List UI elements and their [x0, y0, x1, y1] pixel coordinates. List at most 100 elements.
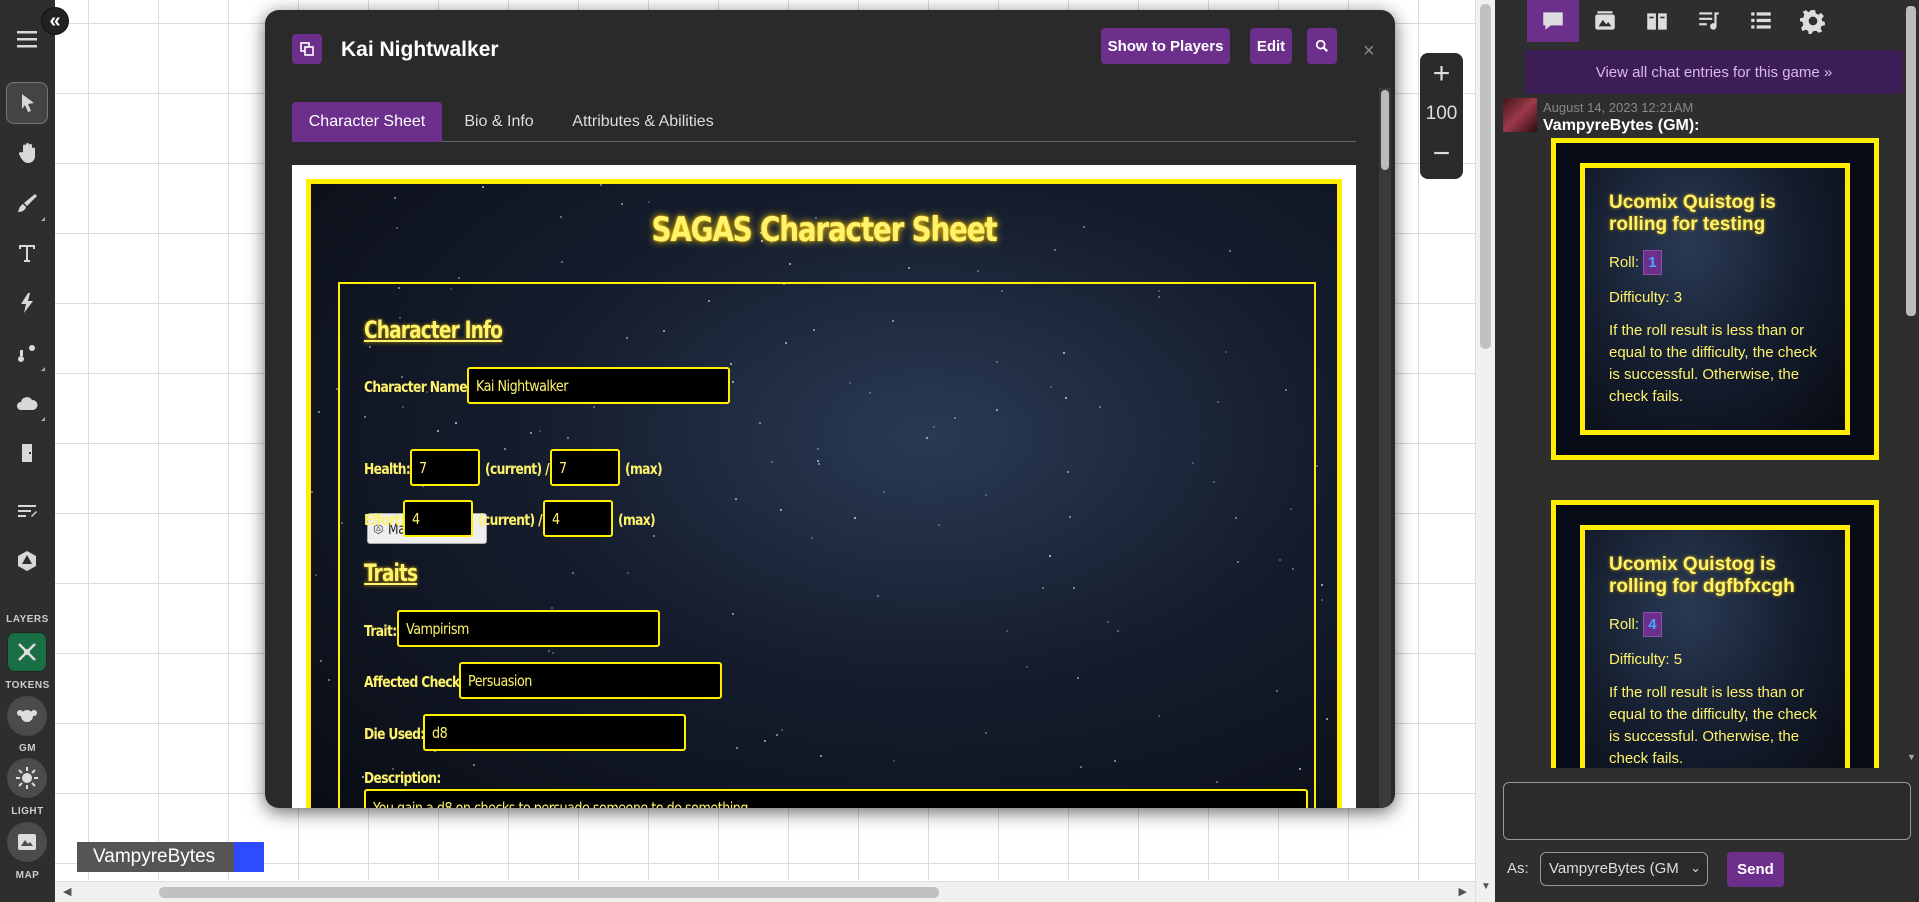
- zoom-level[interactable]: 100: [1420, 103, 1463, 125]
- edit-button[interactable]: Edit: [1250, 28, 1292, 64]
- speak-as-select[interactable]: VampyreBytes (GM ⌄: [1540, 852, 1708, 886]
- search-button[interactable]: [1307, 28, 1337, 64]
- star-decoration: [789, 262, 792, 265]
- gm-label: GM: [18, 743, 37, 754]
- tokens-layer-button[interactable]: [7, 632, 47, 672]
- character-name-label: Character Name:: [364, 378, 472, 396]
- trait-field[interactable]: Vampirism: [397, 610, 660, 647]
- dialog-scrollbar[interactable]: [1379, 88, 1391, 808]
- pan-hand-icon[interactable]: [6, 132, 48, 174]
- roll-label: Roll:: [1609, 616, 1640, 633]
- dialog-scroll-thumb[interactable]: [1381, 90, 1389, 170]
- effort-max-field[interactable]: 4: [543, 500, 613, 537]
- roll-line: Roll: 1: [1609, 250, 1821, 275]
- chat-scroll-thumb[interactable]: [1906, 6, 1916, 316]
- sheet-title: SAGAS Character Sheet: [651, 210, 997, 250]
- horizontal-scrollbar[interactable]: ◀ ▶: [55, 881, 1475, 902]
- chat-scrollbar[interactable]: ▼: [1903, 0, 1919, 770]
- traits-heading: Traits: [364, 559, 418, 587]
- roll-title: Ucomix Quistog is rolling for testing: [1609, 192, 1776, 235]
- player-color-swatch[interactable]: [234, 842, 264, 872]
- star-decoration: [600, 184, 603, 187]
- gm-layer-button[interactable]: [7, 696, 47, 736]
- vertical-scrollbar[interactable]: ▼: [1475, 0, 1495, 902]
- measure-icon[interactable]: [6, 332, 48, 374]
- jukebox-tab[interactable]: [1683, 0, 1735, 42]
- chat-scroll-down-icon[interactable]: ▼: [1907, 752, 1916, 762]
- journal-tab[interactable]: [1631, 0, 1683, 42]
- tab-bio-info[interactable]: Bio & Info: [442, 102, 556, 142]
- chat-tab[interactable]: [1527, 0, 1579, 42]
- star-decoration: [394, 197, 397, 200]
- roll-label: Roll:: [1609, 254, 1640, 271]
- scroll-down-arrow-icon[interactable]: ▼: [1481, 881, 1491, 892]
- scroll-right-arrow-icon[interactable]: ▶: [1459, 885, 1467, 898]
- star-decoration: [328, 679, 331, 682]
- left-toolbar: LAYERS TOKENS GM LIGHT MAP: [0, 0, 55, 902]
- horizontal-scroll-thumb[interactable]: [159, 887, 939, 898]
- description-label: Description:: [364, 769, 441, 787]
- settings-tab[interactable]: [1787, 0, 1839, 42]
- draw-brush-icon[interactable]: [6, 182, 48, 224]
- chat-log: August 14, 2023 12:21AM VampyreBytes (GM…: [1495, 94, 1903, 768]
- door-icon[interactable]: [6, 432, 48, 474]
- star-decoration: [319, 660, 322, 663]
- avatar: [1503, 98, 1537, 132]
- effort-max-label: (max): [618, 511, 656, 529]
- roll-line: Roll: 4: [1609, 612, 1821, 637]
- zoom-control: + 100 −: [1420, 53, 1463, 179]
- message-author: VampyreBytes (GM):: [1543, 117, 1700, 134]
- popout-icon[interactable]: [292, 34, 322, 64]
- art-library-tab[interactable]: [1579, 0, 1631, 42]
- message-timestamp: August 14, 2023 12:21AM: [1543, 100, 1694, 115]
- player-name: VampyreBytes: [77, 842, 234, 872]
- health-max-field[interactable]: 7: [550, 449, 620, 486]
- star-decoration: [395, 227, 398, 230]
- trait-label: Trait:: [364, 622, 397, 640]
- roll-explanation: If the roll result is less than or equal…: [1609, 322, 1817, 405]
- tab-attributes-abilities[interactable]: Attributes & Abilities: [558, 102, 728, 142]
- roll-explanation: If the roll result is less than or equal…: [1609, 684, 1817, 767]
- text-tool-icon[interactable]: [6, 232, 48, 274]
- affected-check-field[interactable]: Persuasion: [459, 662, 722, 699]
- difficulty-line: Difficulty: 3: [1609, 289, 1683, 306]
- dice-icon[interactable]: [6, 540, 48, 582]
- light-layer-button[interactable]: [7, 758, 47, 798]
- difficulty-line: Difficulty: 5: [1609, 651, 1683, 668]
- star-decoration: [648, 201, 651, 204]
- zoom-in-button[interactable]: +: [1420, 59, 1463, 89]
- close-icon[interactable]: ×: [1363, 40, 1375, 63]
- chat-panel: View all chat entries for this game » Au…: [1495, 0, 1919, 902]
- health-current-field[interactable]: 7: [410, 449, 480, 486]
- weather-cloud-icon[interactable]: [6, 382, 48, 424]
- star-decoration: [481, 185, 484, 188]
- gear-icon: [1800, 10, 1825, 34]
- tab-character-sheet[interactable]: Character Sheet: [292, 102, 442, 142]
- chat-bubble-icon: [1543, 12, 1563, 30]
- lightning-fx-icon[interactable]: [6, 282, 48, 324]
- show-to-players-button[interactable]: Show to Players: [1101, 28, 1230, 64]
- player-tag: VampyreBytes: [77, 842, 264, 872]
- health-label: Health:: [364, 460, 411, 478]
- star-decoration: [1316, 464, 1319, 467]
- collapse-toolbar-icon[interactable]: «: [41, 7, 69, 35]
- die-used-field[interactable]: d8: [423, 714, 686, 751]
- view-all-chat-link[interactable]: View all chat entries for this game »: [1525, 50, 1903, 94]
- compendium-tab[interactable]: [1735, 0, 1787, 42]
- send-button[interactable]: Send: [1727, 852, 1784, 887]
- select-tool-icon[interactable]: [6, 82, 48, 124]
- notes-icon[interactable]: [6, 490, 48, 532]
- chat-input[interactable]: [1503, 782, 1911, 840]
- scroll-left-arrow-icon[interactable]: ◀: [63, 885, 71, 898]
- map-label: MAP: [15, 870, 40, 881]
- health-max-label: (max): [625, 460, 663, 478]
- effort-label: Effort:: [364, 511, 404, 529]
- map-layer-button[interactable]: [7, 822, 47, 862]
- zoom-out-button[interactable]: −: [1420, 139, 1463, 169]
- star-decoration: [1320, 584, 1323, 587]
- effort-current-field[interactable]: 4: [403, 500, 473, 537]
- vertical-scroll-thumb[interactable]: [1480, 4, 1491, 349]
- sheet-starfield: SAGAS Character Sheet Character Info Cha…: [306, 179, 1342, 808]
- description-field[interactable]: You gain a d8 on checks to persuade some…: [364, 789, 1308, 808]
- character-name-field[interactable]: Kai Nightwalker: [467, 367, 730, 404]
